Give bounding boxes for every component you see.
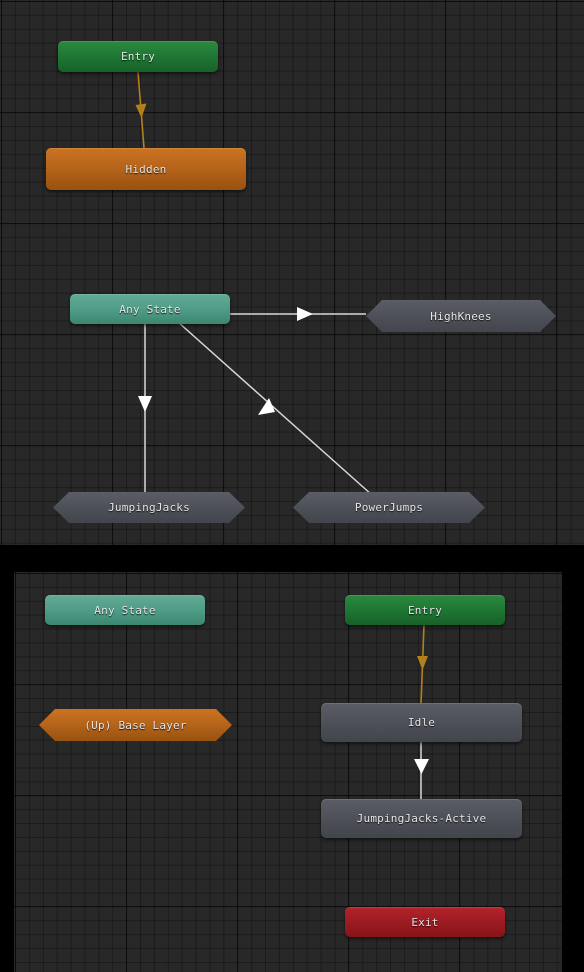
transition-anystate-to-powerjumps[interactable] bbox=[177, 321, 373, 496]
node-label: PowerJumps bbox=[354, 501, 424, 514]
node-high-knees[interactable]: HighKnees bbox=[366, 300, 556, 332]
node-entry-lower[interactable]: Entry bbox=[345, 595, 505, 625]
node-label: Idle bbox=[407, 716, 436, 729]
transition-arrow-icon bbox=[138, 396, 152, 412]
node-label: Entry bbox=[407, 603, 443, 617]
node-label: HighKnees bbox=[430, 309, 492, 323]
node-up-base-layer[interactable]: (Up) Base Layer bbox=[39, 709, 232, 741]
node-label: Any State bbox=[119, 302, 181, 316]
animator-canvas-lower[interactable]: Any State (Up) Base Layer Entry Idle Jum… bbox=[14, 572, 562, 972]
node-any-state[interactable]: Any State bbox=[70, 294, 230, 324]
node-any-state-lower[interactable]: Any State bbox=[45, 595, 205, 625]
node-label: (Up) Base Layer bbox=[84, 718, 187, 732]
node-jumping-jacks[interactable]: JumpingJacks bbox=[53, 492, 245, 523]
node-hidden[interactable]: Hidden bbox=[46, 148, 246, 190]
node-idle[interactable]: Idle bbox=[321, 703, 522, 742]
transition-edges-upper bbox=[135, 71, 373, 496]
node-jumping-jacks-active[interactable]: JumpingJacks-Active bbox=[321, 799, 522, 838]
transition-arrow-icon bbox=[414, 759, 429, 774]
node-label: Exit bbox=[411, 915, 439, 929]
node-label: JumpingJacks-Active bbox=[356, 812, 487, 825]
node-label: Any State bbox=[94, 603, 156, 617]
node-power-jumps[interactable]: PowerJumps bbox=[293, 492, 485, 523]
animator-canvas-upper[interactable]: Entry Hidden Any State HighKnees Jumping… bbox=[0, 0, 584, 545]
transition-arrow-icon bbox=[417, 656, 428, 670]
node-exit[interactable]: Exit bbox=[345, 907, 505, 937]
transition-arrow-icon bbox=[297, 307, 313, 321]
transition-arrow-icon bbox=[258, 398, 275, 415]
node-label: JumpingJacks bbox=[108, 501, 190, 514]
transition-entry-to-idle[interactable] bbox=[420, 624, 425, 705]
node-label: Hidden bbox=[125, 162, 167, 176]
node-label: Entry bbox=[120, 50, 156, 63]
transition-arrow-icon bbox=[135, 103, 147, 118]
transition-entry-to-hidden[interactable] bbox=[137, 71, 145, 149]
animator-window: Entry Hidden Any State HighKnees Jumping… bbox=[0, 0, 584, 972]
node-entry[interactable]: Entry bbox=[58, 41, 218, 72]
